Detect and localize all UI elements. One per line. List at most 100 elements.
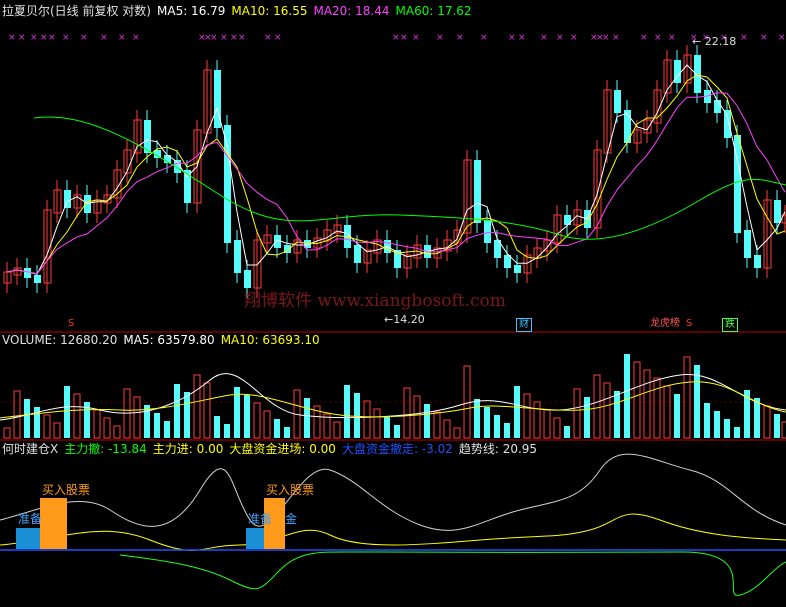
signal-x-mark: × [412, 33, 420, 43]
candle-body-down [144, 120, 151, 153]
volume-bar-down [344, 385, 350, 438]
signal-x-mark: × [264, 33, 272, 43]
candle-body-down [24, 268, 31, 278]
main-enter-line [0, 513, 786, 551]
trend-line [0, 453, 786, 531]
volume-bar-down [274, 419, 280, 438]
signal-x-mark: × [556, 33, 564, 43]
volume-bar-up [13, 390, 21, 439]
main-enter-label: 主力进: 0.00 [152, 442, 224, 456]
volume-bar-down [214, 416, 220, 438]
volume-bar-down [64, 386, 70, 438]
volume-bar-up [593, 374, 601, 439]
watermark: 翔博软件 www.xiangbosoft.com [244, 291, 506, 311]
volume-bar-up [443, 419, 451, 439]
volume-bar-up [363, 400, 371, 439]
volume-bar-down [674, 394, 680, 438]
volume-bar-down [304, 398, 310, 438]
signal-x-mark: × [274, 33, 282, 43]
volume-bar-down [164, 421, 170, 438]
signal-x-mark: × [30, 33, 38, 43]
buy-bar-1 [40, 498, 67, 549]
volume-bar-up [203, 382, 211, 439]
volume-bar-up [523, 393, 531, 439]
main-withdraw-label: 主力撤: -13.84 [64, 442, 147, 456]
signal-x-mark: × [18, 33, 26, 43]
volume-bar-up [3, 427, 11, 439]
volume-bar-up [193, 374, 201, 439]
gold-label-2: 金 [285, 512, 298, 526]
volume-bar-up [113, 425, 121, 439]
signal-x-mark: × [80, 33, 88, 43]
volume-bar-up [643, 369, 651, 439]
volume-bar-up [103, 417, 111, 439]
volume-bar-up [53, 422, 61, 439]
signal-x-mark: × [400, 33, 408, 43]
event-mark-dragon-tiger[interactable]: 龙虎榜 [648, 318, 682, 330]
candle-body-down [754, 255, 761, 268]
candle-body-down [514, 265, 521, 273]
signal-x-mark: × [654, 33, 662, 43]
volume-ma10-label: MA10: 63693.10 [220, 333, 320, 347]
volume-bar-up [453, 427, 461, 439]
market-withdraw-label: 大盘资金撤走: -3.02 [341, 442, 453, 456]
prepare-bar-1 [16, 528, 40, 549]
volume-bar-down [224, 424, 230, 438]
volume-bar-up [533, 401, 541, 439]
volume-bar-up [763, 405, 771, 439]
buy-label-2: 买入股票 [266, 483, 315, 497]
volume-bar-down [704, 403, 710, 438]
volume-bar-up [603, 382, 611, 439]
volume-bar-down [284, 427, 290, 438]
volume-bar-down [484, 407, 490, 438]
volume-label: VOLUME: 12680.20 [2, 333, 118, 347]
signal-x-mark: × [118, 33, 126, 43]
candle-body-down [244, 270, 251, 288]
volume-bar-down [384, 417, 390, 438]
signal-x-mark: × [480, 33, 488, 43]
volume-bar-down [154, 413, 160, 438]
candle-body-down [34, 275, 41, 283]
ma10-line [6, 74, 786, 275]
signal-x-mark: × [602, 33, 610, 43]
volume-bar-up [573, 388, 581, 439]
candle-body-down [484, 220, 491, 243]
candle-body-down [694, 55, 701, 93]
volume-bar-up [263, 410, 271, 439]
candle-body-down [184, 170, 191, 203]
signal-x-mark: × [540, 33, 548, 43]
event-mark-fall[interactable]: 跌 [722, 318, 738, 332]
volume-bar-down [734, 427, 740, 438]
candle-body-down [714, 100, 721, 113]
candle-body-down [354, 245, 361, 263]
volume-bar-down [514, 386, 520, 438]
event-mark-s1[interactable]: S [66, 318, 76, 330]
event-mark-finance[interactable]: 财 [516, 318, 532, 332]
low-price-label: ←14.20 [384, 313, 425, 326]
volume-bar-down [714, 411, 720, 438]
high-price-value: 22.18 [704, 35, 737, 48]
signal-x-mark: × [230, 33, 238, 43]
signal-x-mark: × [40, 33, 48, 43]
volume-bar-down [754, 398, 760, 438]
low-price-value: 14.20 [393, 313, 425, 326]
volume-bar-down [354, 393, 360, 438]
volume-ma5-label: MA5: 63579.80 [123, 333, 215, 347]
ma20-line [6, 92, 786, 275]
volume-bar-down [504, 423, 510, 438]
volume-bar-up [683, 356, 691, 439]
event-mark-s2[interactable]: S [684, 318, 694, 330]
signal-x-mark: × [456, 33, 464, 43]
volume-bar-down [584, 397, 590, 438]
volume-bar-down [564, 426, 570, 438]
candle-body-down [724, 110, 731, 138]
volume-bar-down [424, 404, 430, 438]
indicator-header: 何时建仓X 主力撤: -13.84 主力进: 0.00 大盘资金进场: 0.00 大盘资… [2, 442, 543, 456]
volume-bar-up [553, 417, 561, 439]
signal-x-mark: × [48, 33, 56, 43]
volume-bar-down [244, 395, 250, 438]
volume-bar-down [474, 399, 480, 438]
volume-bar-down [494, 415, 500, 438]
signal-x-mark: × [778, 33, 786, 43]
high-price-label: ← 22.18 [692, 35, 737, 48]
